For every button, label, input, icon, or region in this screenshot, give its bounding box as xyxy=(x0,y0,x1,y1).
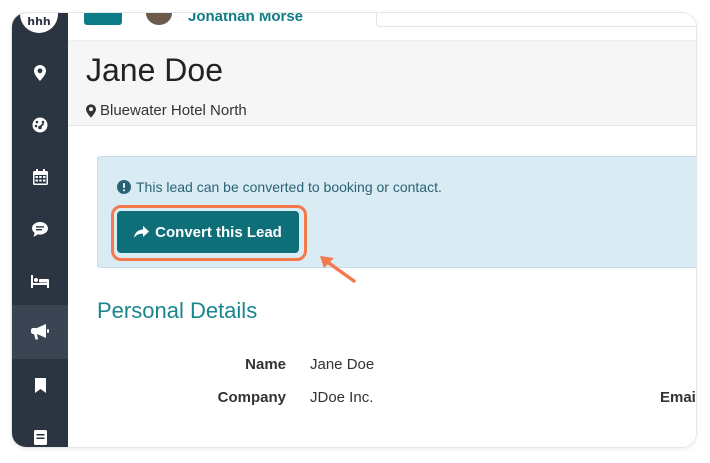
convert-lead-button[interactable]: Convert this Lead xyxy=(117,211,299,253)
company-label: Company xyxy=(217,389,286,406)
avatar[interactable] xyxy=(146,13,172,25)
app-window: hhh Jonathan Morse Jane Doe Bluewater Ho… xyxy=(12,13,696,447)
bed-icon xyxy=(31,274,49,288)
pointer-arrow-icon xyxy=(320,256,356,283)
sidebar-item-dashboard[interactable] xyxy=(12,99,68,151)
main-area: Jonathan Morse Jane Doe Bluewater Hotel … xyxy=(68,13,696,447)
map-marker-icon xyxy=(34,65,46,81)
calendar-icon xyxy=(32,169,48,185)
map-marker-icon xyxy=(86,103,96,118)
share-arrow-icon xyxy=(134,226,150,238)
email-label: Emai xyxy=(660,389,696,406)
alert-message: This lead can be converted to booking or… xyxy=(117,179,442,195)
page-header: Jane Doe Bluewater Hotel North xyxy=(68,41,696,126)
comment-icon xyxy=(32,221,48,237)
convert-lead-label: Convert this Lead xyxy=(155,223,282,241)
name-value: Jane Doe xyxy=(310,356,375,373)
sidebar-item-rooms[interactable] xyxy=(12,255,68,307)
alert-text: This lead can be converted to booking or… xyxy=(136,179,442,195)
sidebar-item-calendar[interactable] xyxy=(12,151,68,203)
sidebar: hhh xyxy=(12,13,68,447)
convert-lead-alert: This lead can be converted to booking or… xyxy=(97,156,696,283)
page-title: Jane Doe xyxy=(86,52,223,88)
menu-button[interactable] xyxy=(84,13,122,25)
search-input[interactable] xyxy=(376,13,696,27)
name-label: Name xyxy=(245,356,286,373)
user-name[interactable]: Jonathan Morse xyxy=(188,13,303,25)
top-bar: Jonathan Morse xyxy=(68,13,696,41)
document-icon xyxy=(33,429,47,445)
location-name: Bluewater Hotel North xyxy=(100,102,247,119)
content: This lead can be converted to booking or… xyxy=(68,126,696,447)
bullhorn-icon xyxy=(31,324,49,340)
dashboard-icon xyxy=(32,117,48,133)
company-value: JDoe Inc. xyxy=(310,389,374,406)
info-icon xyxy=(117,180,131,194)
sidebar-item-locations[interactable] xyxy=(12,47,68,99)
sidebar-item-leads[interactable] xyxy=(12,305,68,359)
bookmark-icon xyxy=(34,377,46,393)
sidebar-item-documents[interactable] xyxy=(12,411,68,447)
sidebar-item-messages[interactable] xyxy=(12,203,68,255)
app-logo[interactable]: hhh xyxy=(20,13,58,33)
location-line: Bluewater Hotel North xyxy=(86,102,247,119)
section-title: Personal Details xyxy=(97,298,258,323)
sidebar-item-bookmarks[interactable] xyxy=(12,359,68,411)
